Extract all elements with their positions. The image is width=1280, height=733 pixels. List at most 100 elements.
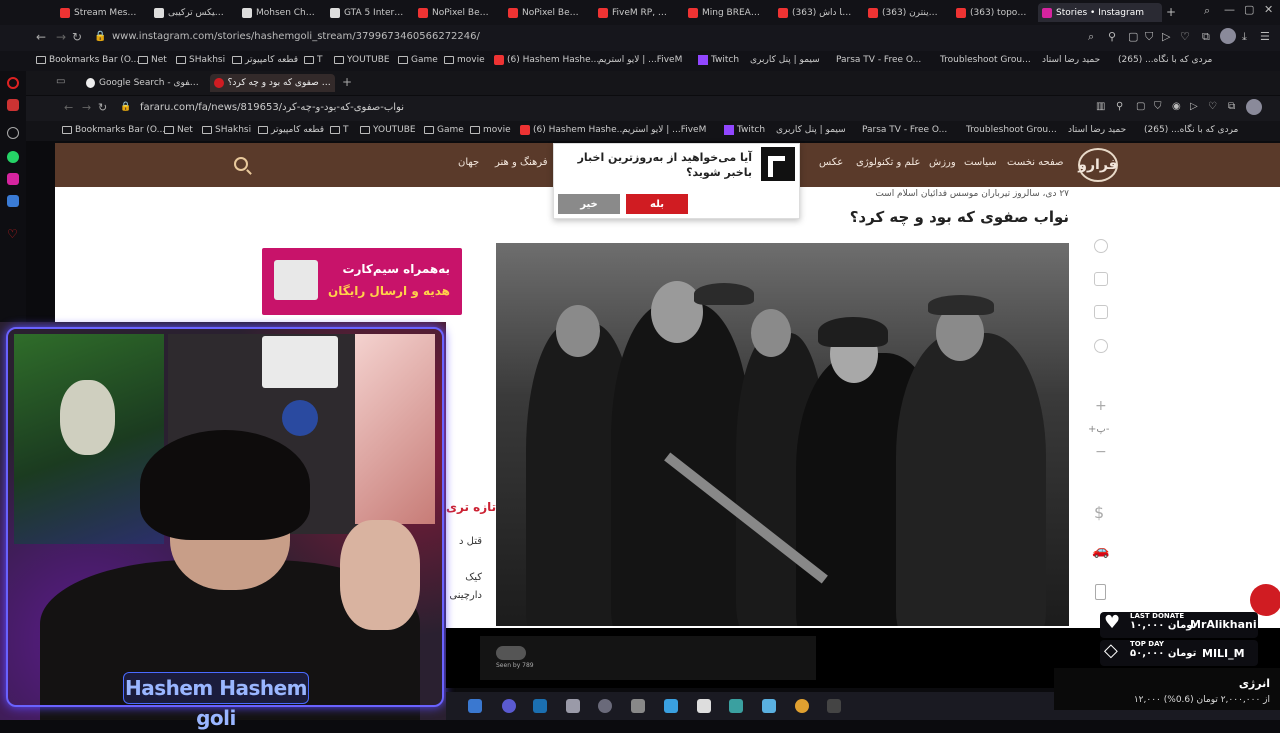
bookmark-item[interactable]: YOUTUBE	[360, 125, 416, 135]
taskbar-calculator-icon[interactable]	[697, 699, 711, 713]
mobile-icon[interactable]	[1095, 584, 1106, 600]
inner-url-text[interactable]: fararu.com/fa/news/819653/نواب-صفوی-که-ب…	[140, 102, 404, 113]
outer-tab[interactable]: Ming BREAKING	[684, 3, 766, 22]
search-tabs-icon[interactable]: ⌕	[1204, 4, 1210, 18]
bookmark-item[interactable]: حمید رضا استاد	[1068, 125, 1126, 135]
settings-icon[interactable]	[7, 127, 19, 139]
nav-world[interactable]: جهان	[458, 157, 479, 168]
bookmark-item[interactable]: SHakhsi	[202, 125, 251, 135]
nav-tech[interactable]: علم و تکنولوژی	[856, 157, 920, 168]
search-icon[interactable]	[234, 157, 248, 171]
new-tab-icon[interactable]: +	[342, 75, 352, 89]
car-icon[interactable]: 🚗	[1092, 543, 1109, 559]
outer-tab[interactable]: GTA 5 Interactiv	[326, 3, 408, 22]
bookmark-item[interactable]: Parsa TV - Free O...	[836, 55, 921, 65]
outer-tab[interactable]: Mohsen Chavos	[238, 3, 320, 22]
ad-banner[interactable]: به‌همراه سیم‌کارت هدیه و ارسال رایگان	[262, 248, 462, 315]
heart-icon[interactable]: ♡	[1180, 30, 1190, 43]
inner-tab-active[interactable]: نواب صفوی که بود و چه کرد؟	[210, 74, 335, 92]
whatsapp-icon[interactable]	[7, 151, 19, 163]
instagram-icon[interactable]	[7, 173, 19, 185]
heart-icon[interactable]: ♡	[7, 227, 19, 241]
site-logo[interactable]: فرارو	[1078, 148, 1118, 182]
bookmark-item[interactable]: SHakhsi	[176, 55, 225, 65]
opera-icon[interactable]	[7, 77, 19, 89]
outer-url-text[interactable]: www.instagram.com/stories/hashemgoli_str…	[112, 31, 480, 42]
taskbar-app-icon[interactable]	[729, 699, 743, 713]
app-icon[interactable]	[7, 195, 19, 207]
mail-icon[interactable]	[1094, 305, 1108, 319]
tab-icon[interactable]: ▢	[1128, 30, 1138, 43]
taskbar-app-icon[interactable]	[664, 699, 678, 713]
bookmark-item[interactable]: T	[330, 125, 349, 135]
outer-tab[interactable]: NoPixel Best JU	[414, 3, 496, 22]
inner-tab[interactable]: Google Search - نواب صفوی	[86, 75, 206, 91]
print-icon[interactable]	[1094, 272, 1108, 286]
trending-item[interactable]: دارچینی	[446, 590, 482, 601]
avatar[interactable]	[1220, 28, 1236, 44]
new-tab-icon[interactable]: +	[1166, 5, 1176, 19]
popup-no-button[interactable]: خیر	[558, 194, 620, 214]
nav-photo[interactable]: عکس	[819, 157, 843, 168]
bookmark-item[interactable]: Bookmarks Bar (O...	[62, 125, 165, 135]
bookmark-item[interactable]: T	[304, 55, 323, 65]
story-seen-panel[interactable]	[480, 636, 816, 680]
bookmark-item[interactable]: movie	[470, 125, 511, 135]
bookmark-item[interactable]: لایو استریم | ...FiveM	[622, 125, 706, 135]
minimize-icon[interactable]: —	[1224, 3, 1235, 16]
bookmark-item[interactable]: قطعه کامپیوتر	[232, 55, 298, 65]
outer-tab-active[interactable]: Stories • Instagram	[1038, 3, 1162, 22]
bookmark-item[interactable]: مردی که با نگاه... (265)	[1118, 55, 1212, 65]
zoom-icon[interactable]: ⌕	[1088, 30, 1094, 44]
play-icon[interactable]: ▷	[1162, 30, 1170, 43]
avatar[interactable]	[1246, 99, 1262, 115]
bookmark-item[interactable]: (6) Hashem Hashe...	[520, 125, 625, 135]
sidebar-icon[interactable]: ▥	[1096, 101, 1105, 112]
font-decrease-icon[interactable]: −	[1095, 444, 1107, 460]
extensions-icon[interactable]: ⧉	[1202, 30, 1210, 44]
seen-by-text[interactable]: Seen by 789	[496, 662, 534, 669]
back-icon[interactable]: ←	[64, 101, 73, 114]
maximize-icon[interactable]: ▢	[1244, 3, 1254, 16]
taskbar-app-icon[interactable]	[598, 699, 612, 713]
bookmark-item[interactable]: Parsa TV - Free O...	[862, 125, 947, 135]
close-icon[interactable]: ✕	[1264, 3, 1273, 16]
outer-tab[interactable]: FiveM RP, Simp	[594, 3, 676, 22]
tab-icon[interactable]: ▢	[1136, 101, 1145, 112]
bookmark-item[interactable]: Troubleshoot Grou...	[940, 55, 1031, 65]
dollar-icon[interactable]: $	[1094, 503, 1104, 522]
nav-culture[interactable]: فرهنگ و هنر	[495, 157, 548, 168]
bookmark-item[interactable]: Twitch	[724, 125, 765, 135]
pin-icon[interactable]: ⚲	[1116, 101, 1123, 112]
bookmark-item[interactable]: Twitch	[698, 55, 739, 65]
bookmark-item[interactable]: Net	[164, 125, 193, 135]
taskbar-app-icon[interactable]	[827, 699, 841, 713]
extensions-icon[interactable]: ⧉	[1228, 101, 1235, 112]
bookmark-item[interactable]: Game	[398, 55, 438, 65]
outer-tab[interactable]: لایو با داش (363)	[774, 3, 856, 22]
reload-icon[interactable]: ↻	[98, 101, 107, 114]
bookmark-item[interactable]: Game	[424, 125, 464, 135]
bookmark-item[interactable]: (6) Hashem Hashe...	[494, 55, 599, 65]
forward-icon[interactable]: →	[82, 101, 91, 114]
taskbar-app-icon[interactable]	[762, 699, 776, 713]
share-icon[interactable]	[1094, 339, 1108, 353]
bookmark-item[interactable]: لایو استریم | ...FiveM	[598, 55, 682, 65]
bookmark-item[interactable]: مردی که با نگاه... (265)	[1144, 125, 1238, 135]
outer-tab[interactable]: Stream Mester D	[56, 3, 142, 22]
bookmark-item[interactable]: قطعه کامپیوتر	[258, 125, 324, 135]
outer-tab[interactable]: ایران اینترن (363)	[864, 3, 944, 22]
bookmark-item[interactable]: سیمو | پنل کاربری	[776, 125, 846, 135]
nav-home[interactable]: صفحه نخست	[1007, 157, 1064, 168]
menu-icon[interactable]: ☰	[1260, 30, 1270, 43]
bookmark-item[interactable]: Bookmarks Bar (O...	[36, 55, 139, 65]
bookmark-item[interactable]: Net	[138, 55, 167, 65]
bookmark-item[interactable]: حمید رضا استاد	[1042, 55, 1100, 65]
forward-icon[interactable]: →	[56, 30, 66, 44]
bookmark-item[interactable]: movie	[444, 55, 485, 65]
taskbar-steam-icon[interactable]	[533, 699, 547, 713]
nav-politics[interactable]: سیاست	[964, 157, 997, 168]
taskbar-app-icon[interactable]	[631, 699, 645, 713]
camera-icon[interactable]: ◉	[1172, 101, 1181, 112]
bookmark-item[interactable]: YOUTUBE	[334, 55, 390, 65]
